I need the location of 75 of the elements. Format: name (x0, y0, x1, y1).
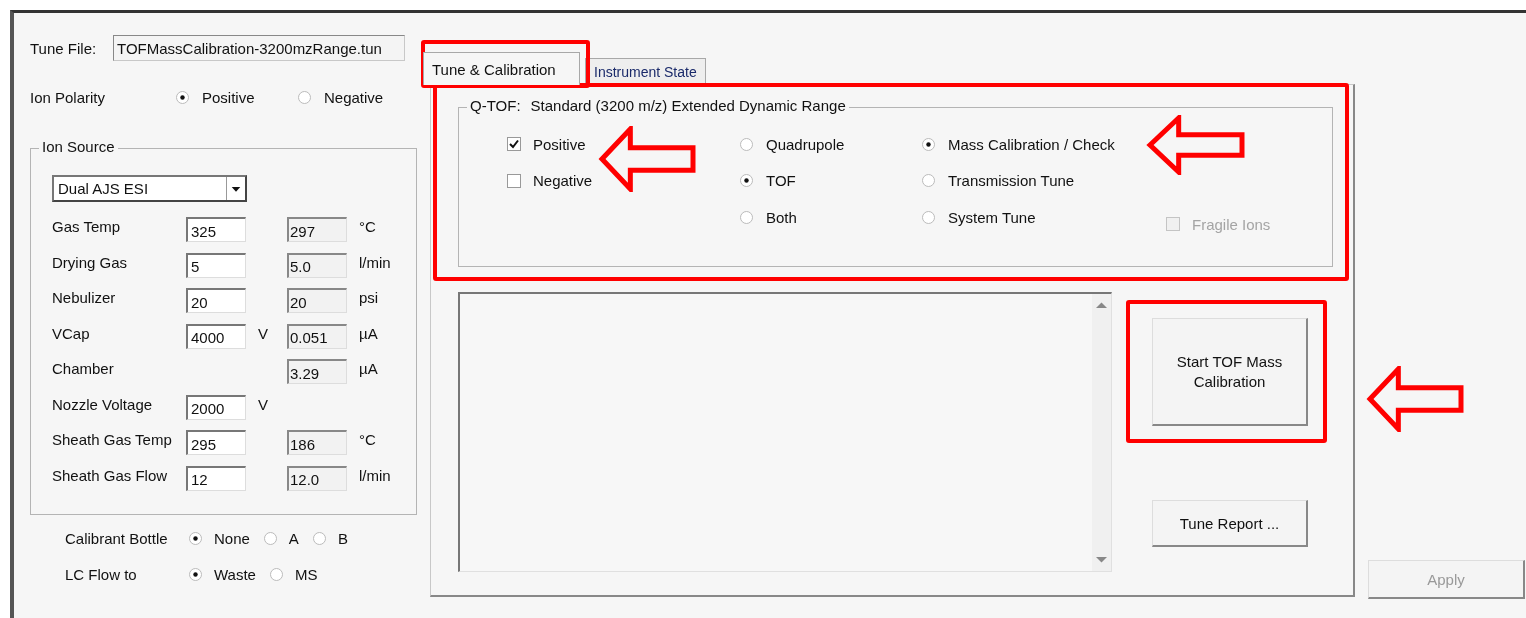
radio-button[interactable] (269, 567, 283, 581)
tab[interactable]: Instrument State (585, 58, 706, 84)
parameter-label: Nozzle Voltage (52, 395, 154, 413)
parameter-label: VCap (52, 324, 91, 342)
radio-option[interactable]: Mass Calibration / Check (922, 126, 1166, 163)
radio-button[interactable] (189, 531, 202, 545)
setpoint-field[interactable]: 4000 (186, 323, 246, 349)
radio-button[interactable] (922, 174, 935, 188)
parameter-label: Nebulizer (52, 289, 117, 307)
radio-button[interactable] (740, 210, 753, 224)
tune-file-field[interactable]: TOFMassCalibration-3200mzRange.tun (113, 35, 405, 61)
radio-button[interactable] (922, 210, 935, 224)
scroll-up-icon[interactable] (1096, 302, 1107, 309)
readback-field[interactable]: 12.0 (287, 465, 347, 491)
radio-option[interactable]: TOF (740, 162, 922, 199)
unit-label: µA (358, 360, 379, 378)
checkbox[interactable] (507, 137, 521, 152)
start-calibration-button[interactable]: Start TOF Mass Calibration (1152, 318, 1308, 426)
readback-field[interactable]: 297 (287, 217, 347, 243)
setpoint-field[interactable]: 12 (186, 465, 246, 491)
unit-label: l/min (358, 466, 392, 484)
setpoint-field[interactable]: 325 (186, 217, 246, 243)
readback-field[interactable]: 5.0 (287, 252, 347, 278)
radio-option[interactable]: Quadrupole (740, 126, 922, 163)
radio-button[interactable] (263, 531, 277, 545)
field-label: Tune File: (30, 39, 98, 57)
tune-report-button[interactable]: Tune Report ... (1152, 500, 1308, 547)
parameter-label: Sheath Gas Temp (52, 431, 173, 449)
radio-button[interactable] (298, 90, 311, 104)
parameter-label: Chamber (52, 360, 115, 378)
field-label: LC Flow to (65, 565, 138, 583)
radio-option[interactable]: Negative (298, 88, 420, 106)
unit-label: °C (358, 218, 377, 236)
radio-option[interactable]: MS (269, 565, 318, 583)
setpoint-field[interactable]: 5 (186, 252, 246, 278)
field-label: Calibrant Bottle (65, 529, 169, 547)
radio-option[interactable]: System Tune (922, 199, 1166, 236)
checkbox[interactable] (507, 173, 521, 188)
unit-label: µA (358, 324, 379, 342)
checkbox-option[interactable]: Negative (507, 162, 740, 199)
radio-button[interactable] (176, 90, 189, 104)
radio-option[interactable]: Transmission Tune (922, 162, 1166, 199)
field-label: Ion Polarity (30, 88, 107, 106)
radio-button[interactable] (312, 531, 326, 545)
radio-option[interactable]: Waste (189, 565, 256, 583)
radio-option[interactable]: A (263, 529, 299, 547)
readback-field[interactable]: 186 (287, 430, 347, 456)
parameter-label: Sheath Gas Flow (52, 466, 169, 484)
radio-option[interactable]: Positive (176, 88, 298, 106)
unit-label: l/min (358, 253, 392, 271)
radio-option[interactable]: Both (740, 199, 922, 236)
scroll-down-icon[interactable] (1096, 556, 1107, 563)
unit-label: V (257, 324, 269, 342)
radio-option[interactable]: None (189, 529, 250, 547)
setpoint-field[interactable]: 2000 (186, 394, 246, 420)
readback-field[interactable]: 0.051 (287, 323, 347, 349)
checkbox-option[interactable]: Positive (507, 126, 740, 163)
radio-option[interactable]: B (312, 529, 348, 547)
radio-button[interactable] (922, 137, 935, 151)
radio-button[interactable] (740, 137, 753, 151)
setpoint-field[interactable]: 20 (186, 288, 246, 314)
radio-button[interactable] (189, 567, 202, 581)
unit-label: V (257, 395, 269, 413)
parameter-label: Drying Gas (52, 253, 129, 271)
unit-label: °C (358, 431, 377, 449)
readback-field[interactable]: 3.29 (287, 359, 347, 385)
group-title: Standard (3200 m/z) Extended Dynamic Range (530, 97, 846, 115)
group-title: Q-TOF: (470, 97, 521, 115)
unit-label: psi (358, 289, 380, 307)
readback-field[interactable]: 20 (287, 288, 347, 314)
source-dropdown[interactable]: Dual AJS ESI (52, 175, 247, 202)
setpoint-field[interactable]: 295 (186, 430, 246, 456)
parameter-label: Gas Temp (52, 218, 122, 236)
tab[interactable]: Tune & Calibration (423, 52, 580, 85)
radio-button[interactable] (740, 174, 753, 188)
